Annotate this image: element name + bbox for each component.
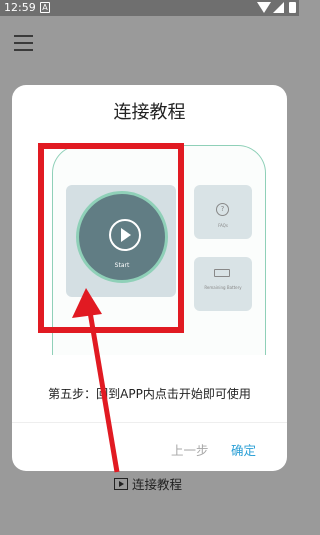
status-bar: 12:59 A bbox=[0, 0, 299, 16]
tutorial-link[interactable]: 连接教程 bbox=[114, 474, 182, 493]
faq-card: ? FAQs bbox=[194, 185, 252, 239]
notification-icon: A bbox=[40, 2, 50, 13]
tutorial-link-label: 连接教程 bbox=[132, 477, 183, 492]
battery-label: Remaining Battery bbox=[204, 285, 242, 290]
battery-icon bbox=[214, 269, 230, 277]
battery-status-icon bbox=[289, 2, 296, 13]
faq-label: FAQs bbox=[218, 223, 228, 228]
confirm-button[interactable]: 确定 bbox=[231, 440, 256, 459]
signal-icon bbox=[273, 2, 284, 13]
previous-step-button[interactable]: 上一步 bbox=[171, 440, 209, 459]
divider bbox=[12, 422, 287, 423]
highlight-annotation-box bbox=[38, 143, 184, 333]
step-instruction: 第五步：回到APP内点击开始即可使用 bbox=[48, 387, 251, 401]
question-circle-icon: ? bbox=[216, 203, 229, 216]
battery-card: Remaining Battery bbox=[194, 257, 252, 311]
dialog-title: 连接教程 bbox=[113, 102, 186, 123]
status-time: 12:59 bbox=[4, 1, 36, 14]
wifi-icon bbox=[257, 2, 271, 13]
play-box-icon bbox=[114, 477, 128, 490]
hamburger-menu-icon[interactable] bbox=[14, 35, 33, 51]
